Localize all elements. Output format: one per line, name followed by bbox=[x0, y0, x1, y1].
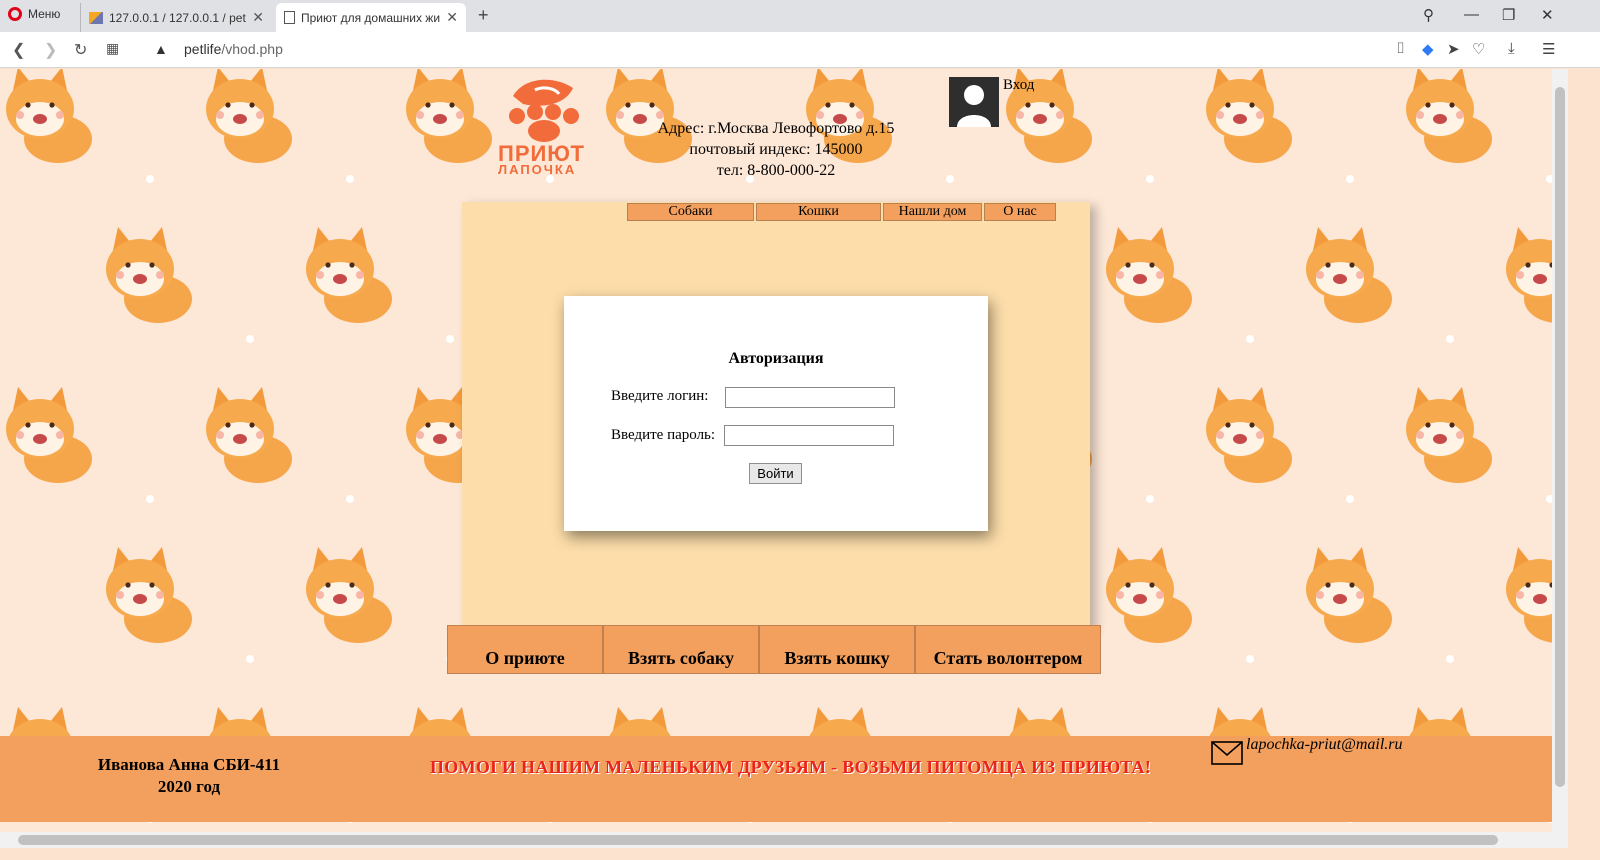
shiba-dog-icon bbox=[1206, 69, 1292, 163]
login-title: Авторизация bbox=[728, 350, 824, 367]
not-secure-icon[interactable]: ▲ bbox=[154, 41, 168, 57]
shiba-dog-icon bbox=[406, 69, 492, 163]
tab-title: 127.0.0.1 / 127.0.0.1 / pet / bbox=[109, 10, 247, 25]
opera-logo-icon bbox=[8, 7, 22, 21]
mail-icon bbox=[1211, 741, 1243, 765]
reload-icon[interactable]: ↻ bbox=[74, 40, 87, 60]
heart-icon[interactable]: ♡ bbox=[1472, 40, 1485, 58]
flower-icon bbox=[246, 335, 254, 343]
password-input[interactable] bbox=[724, 425, 894, 446]
vertical-scrollbar[interactable] bbox=[1552, 69, 1568, 832]
contact-info: Адрес: г.Москва Левофортово д.15 почтовы… bbox=[600, 118, 952, 181]
shiba-dog-icon bbox=[106, 547, 192, 643]
flower-icon bbox=[1346, 175, 1354, 183]
opera-menu-button[interactable]: Меню bbox=[8, 7, 60, 21]
volunteer-button[interactable]: Стать волонтером bbox=[915, 625, 1101, 674]
tab-shelter[interactable]: Приют для домашних жи ✕ bbox=[276, 3, 466, 32]
shiba-dog-icon bbox=[1406, 69, 1492, 163]
adopt-cat-button[interactable]: Взять кошку bbox=[759, 625, 915, 674]
flower-icon bbox=[1246, 335, 1254, 343]
nav-dogs[interactable]: Собаки bbox=[627, 203, 754, 221]
footer-email-link[interactable]: lapochka-priut@mail.ru bbox=[1246, 736, 1402, 754]
shiba-dog-icon bbox=[306, 227, 392, 323]
browser-tab-bar: Меню 127.0.0.1 / 127.0.0.1 / pet / ✕ При… bbox=[0, 0, 1600, 32]
author-year: 2020 год bbox=[157, 777, 221, 796]
shiba-dog-icon bbox=[1306, 547, 1392, 643]
flower-icon bbox=[1146, 175, 1154, 183]
flower-icon bbox=[246, 655, 254, 663]
nav-cats[interactable]: Кошки bbox=[756, 203, 881, 221]
restore-icon[interactable]: ❐ bbox=[1502, 6, 1515, 24]
login-submit-button[interactable]: Войти bbox=[749, 463, 802, 484]
about-shelter-button[interactable]: О приюте bbox=[447, 625, 603, 674]
login-input[interactable] bbox=[725, 387, 895, 408]
shiba-dog-icon bbox=[1106, 227, 1192, 323]
url-field[interactable]: petlife/vhod.php bbox=[184, 41, 283, 57]
shiba-dog-icon bbox=[206, 387, 292, 483]
adopt-dog-button[interactable]: Взять собаку bbox=[603, 625, 759, 674]
tab-title: Приют для домашних жи bbox=[301, 10, 441, 25]
shiba-dog-icon bbox=[6, 387, 92, 483]
flower-icon bbox=[1146, 495, 1154, 503]
footer: Иванова Анна СБИ-411 2020 год ПОМОГИ НАШ… bbox=[0, 736, 1552, 822]
login-form: Авторизация Введите логин: Введите парол… bbox=[564, 296, 988, 531]
login-link[interactable]: Вход bbox=[1003, 77, 1034, 94]
shiba-dog-icon bbox=[1506, 227, 1552, 323]
flower-icon bbox=[146, 175, 154, 183]
send-icon[interactable]: ➤ bbox=[1447, 40, 1460, 58]
password-label: Введите пароль: bbox=[611, 427, 716, 443]
forward-icon[interactable]: ❯ bbox=[44, 40, 57, 60]
close-window-icon[interactable]: ✕ bbox=[1541, 6, 1554, 24]
footer-slogan: ПОМОГИ НАШИМ МАЛЕНЬКИМ ДРУЗЬЯМ - ВОЗЬМИ … bbox=[430, 757, 1152, 777]
horizontal-scrollbar[interactable] bbox=[0, 832, 1568, 848]
author-name: Иванова Анна СБИ-411 bbox=[97, 755, 281, 774]
easy-setup-icon[interactable]: ☰ bbox=[1542, 40, 1555, 58]
shiba-dog-icon bbox=[306, 547, 392, 643]
flower-icon bbox=[146, 495, 154, 503]
nav-about[interactable]: О нас bbox=[984, 203, 1056, 221]
flower-icon bbox=[1446, 655, 1454, 663]
search-tabs-icon[interactable]: ⚲ bbox=[1423, 6, 1434, 24]
download-icon[interactable]: ⤓ bbox=[1508, 40, 1515, 57]
page-favicon-icon bbox=[284, 11, 295, 24]
flower-icon bbox=[1446, 335, 1454, 343]
flower-icon bbox=[1346, 495, 1354, 503]
flower-icon bbox=[346, 495, 354, 503]
url-host: petlife bbox=[184, 41, 222, 57]
close-tab-icon[interactable]: ✕ bbox=[252, 9, 264, 26]
shiba-dog-icon bbox=[1306, 227, 1392, 323]
shiba-dog-icon bbox=[1106, 547, 1192, 643]
footer-author: Иванова Анна СБИ-411 2020 год bbox=[60, 754, 318, 798]
phone-text: тел: 8-800-000-22 bbox=[716, 162, 836, 179]
close-tab-icon[interactable]: ✕ bbox=[446, 9, 458, 26]
back-icon[interactable]: ❮ bbox=[12, 40, 25, 60]
address-text: Адрес: г.Москва Левофортово д.15 bbox=[657, 120, 895, 137]
nav-found-home[interactable]: Нашли дом bbox=[883, 203, 982, 221]
shiba-dog-icon bbox=[206, 69, 292, 163]
bottom-nav: О приюте Взять собаку Взять кошку Стать … bbox=[447, 625, 1101, 674]
user-avatar-icon[interactable] bbox=[949, 77, 999, 127]
tab-phpmyadmin[interactable]: 127.0.0.1 / 127.0.0.1 / pet / ✕ bbox=[80, 3, 272, 32]
postcode-text: почтовый индекс: 145000 bbox=[689, 141, 863, 158]
tabs-grid-icon[interactable]: ▦ bbox=[106, 40, 119, 57]
minimize-icon[interactable]: — bbox=[1464, 6, 1479, 23]
new-tab-icon[interactable]: + bbox=[478, 5, 489, 26]
shiba-dog-icon bbox=[1406, 387, 1492, 483]
flower-icon bbox=[346, 175, 354, 183]
shiba-dog-icon bbox=[6, 69, 92, 163]
phpmyadmin-favicon-icon bbox=[89, 11, 103, 24]
vpn-shield-icon[interactable]: ◆ bbox=[1422, 40, 1434, 58]
shiba-dog-icon bbox=[1506, 547, 1552, 643]
flower-icon bbox=[446, 335, 454, 343]
snapshot-icon[interactable]: ⌷ bbox=[1396, 40, 1405, 57]
logo-subtext: ЛАПОЧКА bbox=[498, 162, 577, 177]
url-path: /vhod.php bbox=[221, 41, 283, 57]
flower-icon bbox=[1246, 655, 1254, 663]
address-bar: ❮ ❯ ↻ ▦ ▲ petlife/vhod.php ⌷ ◆ ➤ ♡ ⤓ ☰ bbox=[0, 32, 1600, 68]
shiba-dog-icon bbox=[1206, 387, 1292, 483]
menu-label: Меню bbox=[28, 7, 61, 21]
shiba-dog-icon bbox=[106, 227, 192, 323]
login-label: Введите логин: bbox=[611, 388, 709, 404]
top-nav: Собаки Кошки Нашли дом О нас bbox=[627, 203, 1056, 221]
